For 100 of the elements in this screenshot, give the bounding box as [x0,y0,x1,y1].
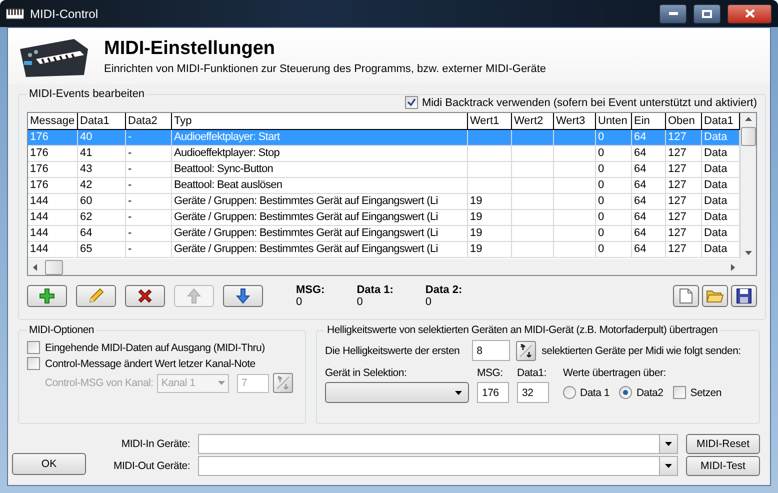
data1-field[interactable]: 32 [517,382,549,403]
radio-label: Data 1 [580,386,610,398]
checkbox[interactable] [673,386,686,399]
table-cell: 127 [668,131,686,143]
maximize-button[interactable] [693,4,721,24]
column-header[interactable]: Wert3 [554,113,596,129]
dropdown-arrow-icon [218,381,226,385]
table-cell: 144 [30,227,48,239]
save-button[interactable] [731,285,757,307]
close-button[interactable] [727,4,772,24]
dropdown-arrow-icon [455,390,462,394]
checkbox[interactable] [404,96,418,109]
radio-button[interactable] [563,386,576,399]
table-cell: 176 [30,163,48,175]
radio-label: Data2 [636,386,664,398]
msg-field[interactable]: 176 [477,382,509,403]
table-cell: 19 [470,195,482,207]
horizontal-scrollbar[interactable] [28,259,756,275]
device-label: Gerät in Selektion: [325,367,408,379]
column-header[interactable]: Data2 [126,113,172,129]
column-header[interactable]: Message [28,113,78,129]
vertical-scrollbar[interactable] [740,113,756,259]
brightness-suffix: selektierten Geräte per Midi wie folgt senden: [542,344,741,356]
column-header[interactable]: Wert2 [512,113,554,129]
table-row[interactable]: 144 60 - Geräte / Gruppen: Bestimmtes Gerät auf Eingangswert (Li 19 0 64 127 Data [28,194,740,210]
scroll-left-icon [33,264,37,270]
readout-value: 0 [296,296,304,308]
table-row[interactable]: 144 62 - Geräte / Gruppen: Bestimmtes Gerät auf Eingangswert (Li 19 0 64 127 Data [28,210,740,226]
ok-button[interactable]: OK [12,453,86,475]
table-cell: 0 [598,227,604,239]
table-row[interactable]: 176 41 - Audioeffektplayer: Stop 0 64 127 Data [28,146,740,162]
table-cell: Data [704,227,728,239]
table-cell: Data [704,243,728,255]
radio-button[interactable] [619,386,632,399]
keyboard-icon [6,8,24,20]
table-cell: 41 [80,147,92,159]
delete-button[interactable] [125,285,165,307]
table-cell: Data [704,131,728,143]
table-cell: 64 [634,243,646,255]
column-header[interactable]: Oben [666,113,702,129]
page-subtitle: Einrichten von MIDI-Funktionen zur Steuerung des Programms, bzw. externer MIDI-Geräte [104,62,546,74]
device-dropdown[interactable] [325,382,469,403]
scrollbar-thumb[interactable] [45,260,63,274]
table-cell: Geräte / Gruppen: Bestimmtes Gerät auf Eingangswert (Li [174,243,438,255]
table-cell: 0 [598,211,604,223]
add-button[interactable] [27,285,67,307]
table-cell: 0 [598,243,604,255]
scrollbar-thumb[interactable] [741,127,756,146]
midi-button[interactable]: MIDI-Test [686,456,760,476]
table-cell: 176 [30,131,48,143]
table-cell: 127 [668,243,686,255]
column-header[interactable]: Data1 [78,113,126,129]
table-cell: 127 [668,147,686,159]
table-cell: 62 [80,211,92,223]
table-cell: Data [704,163,728,175]
checkbox[interactable] [27,357,40,370]
scroll-up-icon [745,117,752,121]
table-cell: - [128,179,132,191]
readout-value: 0 [356,296,364,308]
pencil-icon [87,287,105,305]
readout-label: Data 1: [356,284,394,296]
table-cell: 0 [598,163,604,175]
column-header[interactable]: Typ [172,113,468,129]
minimize-button[interactable] [659,4,687,24]
table-cell: 64 [634,195,646,207]
table-cell: 64 [80,227,92,239]
table-row[interactable]: 144 64 - Geräte / Gruppen: Bestimmtes Gerät auf Eingangswert (Li 19 0 64 127 Data [28,226,740,242]
table-row[interactable]: 176 42 - Beattool: Beat auslösen 0 64 127 Data [28,178,740,194]
table-cell: 64 [634,163,646,175]
table-cell: - [128,195,132,207]
new-button[interactable] [673,285,699,307]
table-cell: Audioeffektplayer: Stop [174,147,280,159]
table-cell: Geräte / Gruppen: Bestimmtes Gerät auf Eingangswert (Li [174,227,438,239]
open-button[interactable] [702,285,728,307]
column-header[interactable]: Ein [632,113,666,129]
table-row[interactable]: 144 65 - Geräte / Gruppen: Bestimmtes Gerät auf Eingangswert (Li 19 0 64 127 Data [28,242,740,258]
delete-icon [137,288,153,304]
table-cell: Beattool: Sync-Button [174,163,274,175]
document-icon [679,288,693,304]
table-cell: Data [704,211,728,223]
readout-label: Data 2: [425,284,462,296]
column-header[interactable]: Wert1 [468,113,512,129]
midi-button[interactable]: MIDI-Reset [686,434,760,454]
checkbox[interactable] [27,341,40,354]
down-button[interactable] [223,285,263,307]
brightness-prefix: Die Helligkeitswerte der ersten [325,344,460,356]
table-cell: - [128,243,132,255]
edit-button[interactable] [76,285,116,307]
table-cell: Data [704,147,728,159]
folder-icon [706,289,724,303]
page-title: MIDI-Einstellungen [104,38,276,60]
table-cell: 19 [470,211,482,223]
column-header[interactable]: Unten [596,113,632,129]
spinner-button[interactable] [516,340,536,360]
table-cell: Beattool: Beat auslösen [174,179,282,191]
count-field[interactable]: 8 [472,340,510,361]
table-cell: Data [704,179,728,191]
table-cell: 64 [634,131,646,143]
table-row[interactable]: 176 43 - Beattool: Sync-Button 0 64 127 Data [28,162,740,178]
checkbox-label: Eingehende MIDI-Daten auf Ausgang (MIDI-Thru) [45,342,265,354]
